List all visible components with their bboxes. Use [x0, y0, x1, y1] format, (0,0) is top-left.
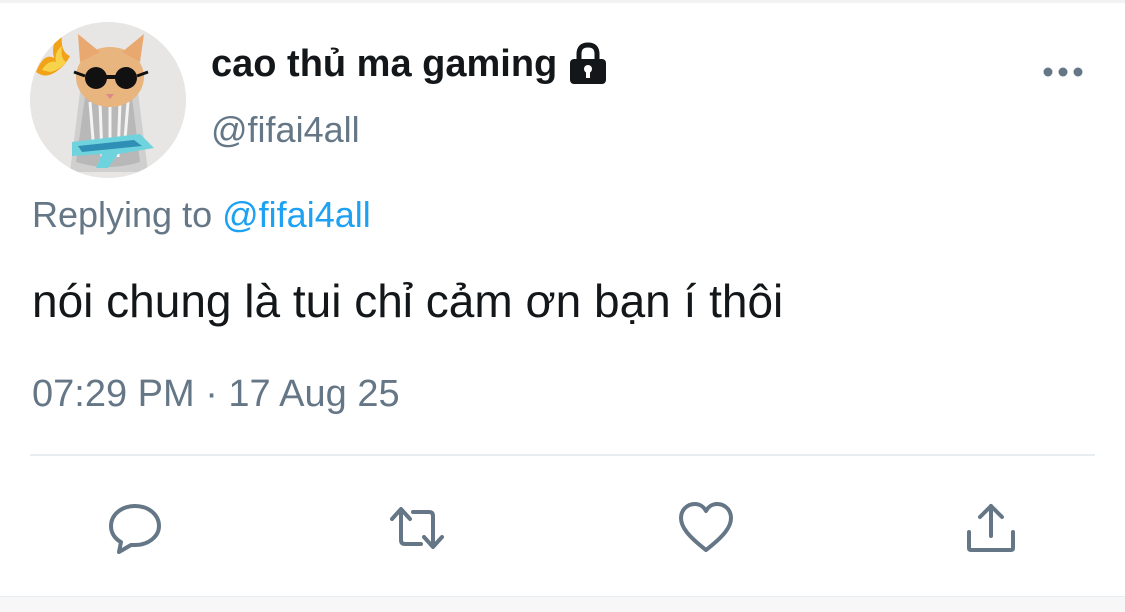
tweet-card: cao thủ ma gaming @fifai4all Replying to… — [0, 0, 1125, 612]
share-button[interactable] — [961, 498, 1021, 558]
replying-to: Replying to @fifai4all — [32, 192, 371, 238]
retweet-button[interactable] — [387, 498, 447, 558]
avatar[interactable] — [30, 22, 186, 178]
top-divider — [0, 0, 1125, 3]
comment-icon — [109, 504, 161, 554]
share-icon — [967, 504, 1015, 552]
tweet-text: nói chung là tui chỉ cảm ơn bạn í thôi — [32, 275, 784, 327]
replying-to-label: Replying to — [32, 194, 213, 235]
lock-icon — [570, 42, 607, 84]
like-button[interactable] — [676, 498, 736, 558]
reply-mention-link[interactable]: @fifai4all — [222, 194, 371, 235]
tweet-timestamp[interactable]: 07:29 PM · 17 Aug 25 — [32, 370, 400, 418]
heart-icon — [679, 502, 733, 552]
divider — [30, 454, 1095, 456]
retweet-icon — [390, 507, 444, 549]
reply-button[interactable] — [105, 498, 165, 558]
display-name[interactable]: cao thủ ma gaming — [211, 40, 609, 88]
display-name-text: cao thủ ma gaming — [211, 43, 558, 85]
more-options-icon[interactable] — [1041, 60, 1085, 84]
cat-with-sunglasses-avatar — [30, 22, 186, 178]
user-handle[interactable]: @fifai4all — [211, 108, 360, 152]
bottom-divider — [0, 596, 1125, 612]
